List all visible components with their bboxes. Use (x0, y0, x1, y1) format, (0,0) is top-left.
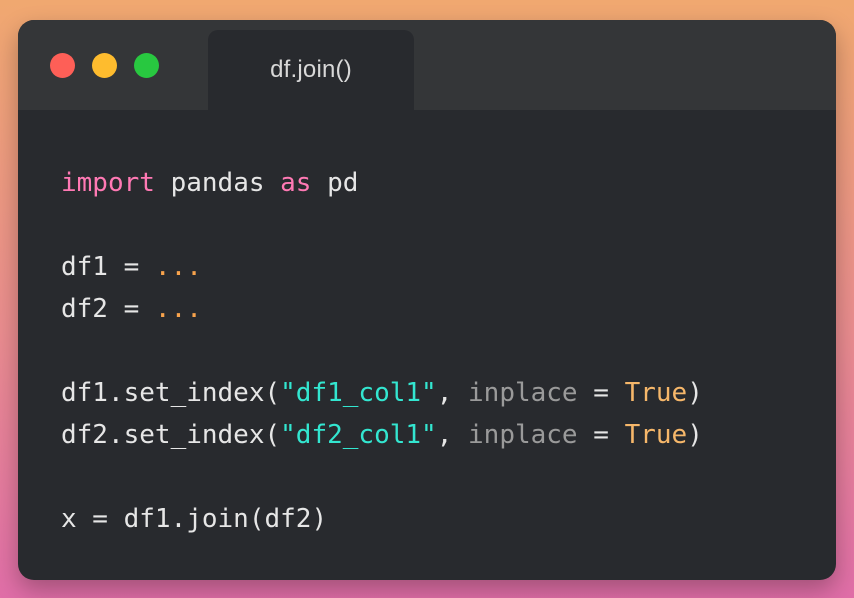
code-text: = (577, 378, 625, 408)
tab-df-join[interactable]: df.join() (208, 30, 414, 110)
string-literal: "df2_col1" (280, 420, 437, 450)
code-text: df2.set_index( (61, 420, 281, 450)
code-line-7: df2.set_index("df2_col1", inplace = True… (61, 414, 703, 456)
minimize-button[interactable] (92, 53, 117, 78)
code-line-3: df1 = ... (61, 246, 703, 288)
code-text: df1.set_index( (61, 378, 281, 408)
code-text: pandas (154, 168, 281, 198)
code-line-9: x = df1.join(df2) (61, 498, 703, 540)
code-text: pd (311, 168, 359, 198)
code-line-1: import pandas as pd (61, 162, 703, 204)
code-text: df1 = (61, 252, 155, 282)
code-window: df.join() import pandas as pd df1 = ... d… (18, 20, 836, 580)
boolean-literal: True (624, 378, 688, 408)
parameter-name: inplace (468, 378, 578, 408)
string-literal: "df1_col1" (280, 378, 437, 408)
ellipsis: ... (154, 252, 202, 282)
boolean-literal: True (624, 420, 688, 450)
code-line-4: df2 = ... (61, 288, 703, 330)
code-line-6: df1.set_index("df1_col1", inplace = True… (61, 372, 703, 414)
keyword-import: import (61, 168, 155, 198)
code-text: ) (687, 420, 703, 450)
code-text: = (577, 420, 625, 450)
title-bar: df.join() (18, 20, 836, 110)
code-text: , (436, 420, 469, 450)
close-button[interactable] (50, 53, 75, 78)
maximize-button[interactable] (134, 53, 159, 78)
code-text: df2 = (61, 294, 155, 324)
code-text: x = df1.join(df2) (61, 504, 328, 534)
keyword-as: as (280, 168, 312, 198)
tab-label: df.join() (270, 56, 352, 83)
parameter-name: inplace (468, 420, 578, 450)
code-text: ) (687, 378, 703, 408)
code-text: , (436, 378, 469, 408)
ellipsis: ... (154, 294, 202, 324)
code-editor: import pandas as pd df1 = ... df2 = ... d… (61, 162, 703, 540)
